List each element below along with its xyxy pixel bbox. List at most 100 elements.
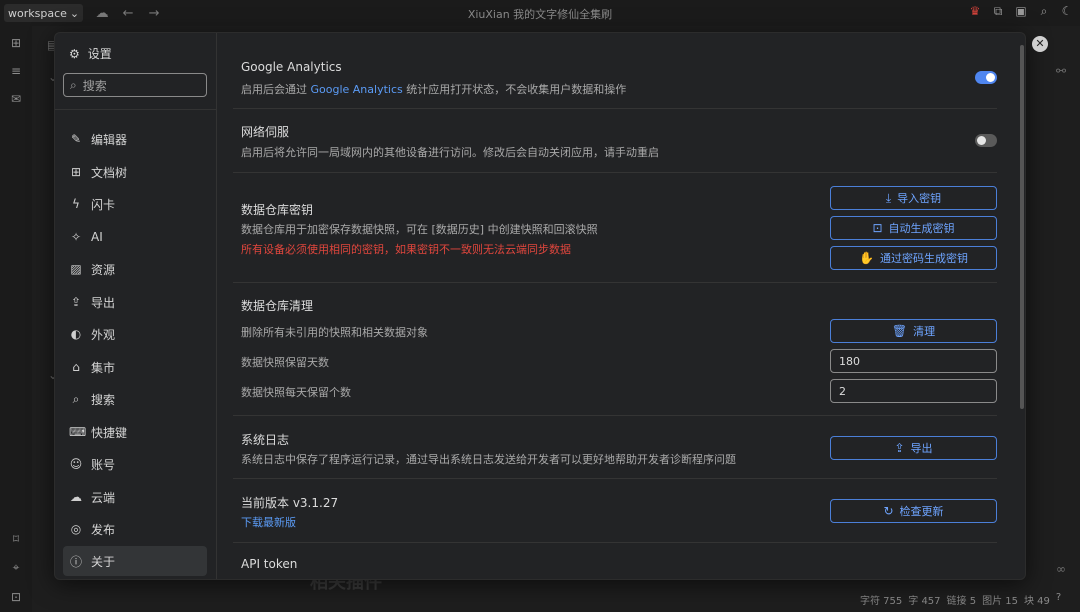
nav-label: 闪卡 — [91, 197, 116, 212]
settings-search-input[interactable]: ⌕ 搜索 — [63, 73, 207, 97]
divider — [233, 172, 997, 173]
divider — [233, 542, 997, 543]
store-icon: ⌂ — [72, 360, 80, 374]
nav-item-flashcard[interactable]: ϟ 闪卡 — [63, 189, 207, 219]
search-icon: ⌕ — [70, 77, 77, 92]
repo-clean-title: 数据仓库清理 — [241, 299, 314, 313]
plugin-icon[interactable]: ⧉ — [991, 4, 1005, 20]
button-label: 通过密码生成密钥 — [879, 252, 968, 265]
button-label: 导出 — [910, 442, 933, 455]
download-latest-link[interactable]: 下载最新版 — [241, 514, 296, 530]
bookmark-icon[interactable]: ⌑ — [9, 532, 23, 546]
dock-toggle-icon[interactable]: ⊡ — [9, 590, 23, 604]
file-tree-icon[interactable]: ⊞ — [9, 36, 23, 50]
repo-key-desc: 数据仓库用于加密保存数据快照，可在 [数据历史] 中创建快照和回滚快照 — [241, 223, 598, 236]
forward-arrow-icon[interactable]: → — [147, 6, 161, 21]
settings-content-about: Google Analytics 启用后会通过 Google Analytics… — [217, 33, 1025, 579]
moon-icon[interactable]: ☾ — [1060, 4, 1074, 20]
clean-button[interactable]: 🗑 清理 — [830, 319, 997, 343]
auto-generate-key-button[interactable]: ⊡ 自动生成密钥 — [830, 216, 997, 240]
button-label: 检查更新 — [899, 505, 944, 518]
import-key-button[interactable]: ⤓ 导入密钥 — [830, 186, 997, 210]
image-count: 图片 15 — [982, 596, 1018, 607]
export-log-button[interactable]: ⇪ 导出 — [830, 436, 997, 460]
pencil-icon: ✎ — [70, 132, 82, 146]
graph-icon[interactable]: ⚯ — [1056, 64, 1066, 78]
outline-icon[interactable]: ≡ — [9, 64, 23, 78]
keep-days-input[interactable]: 180 — [830, 349, 997, 373]
close-icon[interactable]: ✕ — [1032, 36, 1048, 52]
keyboard-icon: ⌨ — [69, 425, 87, 439]
ga-desc-suffix: 统计应用打开状态，不会收集用户数据和操作 — [402, 83, 627, 96]
back-arrow-icon[interactable]: ← — [121, 6, 135, 21]
gear-icon: ⚙ — [69, 46, 80, 61]
version-title: 当前版本 v3.1.27 — [241, 496, 339, 510]
nav-item-search[interactable]: ⌕ 搜索 — [63, 384, 207, 414]
nav-label: 云端 — [91, 490, 116, 505]
search-icon[interactable]: ⌕ — [1037, 4, 1051, 20]
nav-label: 文档树 — [91, 165, 128, 180]
nav-item-cloud[interactable]: ☁ 云端 — [63, 482, 207, 512]
download-icon: ⤓ — [885, 190, 892, 205]
scrollbar[interactable] — [1020, 45, 1024, 409]
check-update-button[interactable]: ↻ 检查更新 — [830, 499, 997, 523]
cloud-icon[interactable]: ☁ — [95, 6, 109, 21]
search-placeholder: 搜索 — [82, 78, 107, 93]
workspace-switcher[interactable]: workspace ⌄ — [4, 4, 84, 22]
search-icon: ⌕ — [72, 391, 80, 406]
nav-item-keymap[interactable]: ⌨ 快捷键 — [63, 417, 207, 447]
network-serve-title: 网络伺服 — [241, 125, 290, 139]
nav-item-assets[interactable]: ▨ 资源 — [63, 254, 207, 284]
app-title: XiuXian 我的文字修仙全集刷 — [467, 8, 613, 21]
nav-label: 发布 — [91, 522, 116, 537]
nav-item-account[interactable]: ☺ 账号 — [63, 449, 207, 479]
nav-item-editor[interactable]: ✎ 编辑器 — [63, 124, 207, 154]
syslog-desc: 系统日志中保存了程序运行记录，通过导出系统日志发送给开发者可以更好地帮助开发者诊… — [241, 453, 736, 466]
ga-toggle[interactable] — [975, 71, 997, 84]
nav-label: 搜索 — [91, 392, 116, 407]
inbox-icon[interactable]: ✉ — [9, 92, 23, 106]
nav-label: 资源 — [91, 262, 116, 277]
keep-per-day-input[interactable]: 2 — [830, 379, 997, 403]
sparkle-icon: ✧ — [70, 230, 82, 244]
password-generate-key-button[interactable]: ✋ 通过密码生成密钥 — [830, 246, 997, 270]
nav-item-about[interactable]: ⓘ 关于 — [63, 546, 207, 576]
crown-icon[interactable]: ♛ — [968, 4, 982, 20]
link-count: 链接 5 — [946, 596, 977, 607]
cloud-icon: ☁ — [70, 490, 82, 504]
help-icon[interactable]: ? — [1056, 592, 1061, 607]
nav-item-ai[interactable]: ✧ AI — [63, 222, 207, 252]
repo-clean-desc: 删除所有未引用的快照和相关数据对象 — [241, 326, 428, 339]
layout-icon[interactable]: ▣ — [1014, 4, 1028, 20]
nav-label: 导出 — [91, 295, 116, 310]
chevron-down-icon: ⌄ — [69, 6, 80, 20]
tag-icon[interactable]: ⌖ — [9, 560, 23, 575]
repo-key-warning: 所有设备必须使用相同的密钥，如果密钥不一致则无法云端同步数据 — [241, 243, 571, 256]
nav-item-export[interactable]: ⇪ 导出 — [63, 287, 207, 317]
toggle-knob — [977, 136, 986, 145]
nav-item-appearance[interactable]: ◐ 外观 — [63, 319, 207, 349]
hand-icon: ✋ — [859, 251, 874, 265]
link-icon[interactable]: ∞ — [1056, 562, 1066, 576]
upload-icon: ⇪ — [894, 441, 905, 455]
divider — [233, 478, 997, 479]
globe-icon: ◎ — [70, 522, 82, 536]
ga-desc-prefix: 启用后会通过 — [241, 83, 311, 96]
button-label: 自动生成密钥 — [888, 222, 955, 235]
divider — [233, 108, 997, 109]
nav-item-bazaar[interactable]: ⌂ 集市 — [63, 352, 207, 382]
char-count: 字符 755 — [860, 596, 903, 607]
divider — [233, 282, 997, 283]
network-serve-toggle[interactable] — [975, 134, 997, 147]
nav-label: 快捷键 — [91, 425, 128, 440]
nav-label: 关于 — [91, 554, 116, 569]
nav-label: 集市 — [91, 360, 116, 375]
nav-item-file-tree[interactable]: ⊞ 文档树 — [63, 157, 207, 187]
repo-key-title: 数据仓库密钥 — [241, 203, 314, 217]
trash-icon: 🗑 — [891, 324, 908, 338]
app-topbar: workspace ⌄ ☁ ← → XiuXian 我的文字修仙全集刷 ♛ ⧉ … — [0, 0, 1080, 26]
nav-item-publish[interactable]: ◎ 发布 — [63, 514, 207, 544]
ga-title: Google Analytics — [241, 60, 342, 74]
left-dock: ⊞ ≡ ✉ ⌑ ⌖ ⊡ — [0, 26, 32, 612]
ga-link[interactable]: Google Analytics — [311, 83, 403, 96]
